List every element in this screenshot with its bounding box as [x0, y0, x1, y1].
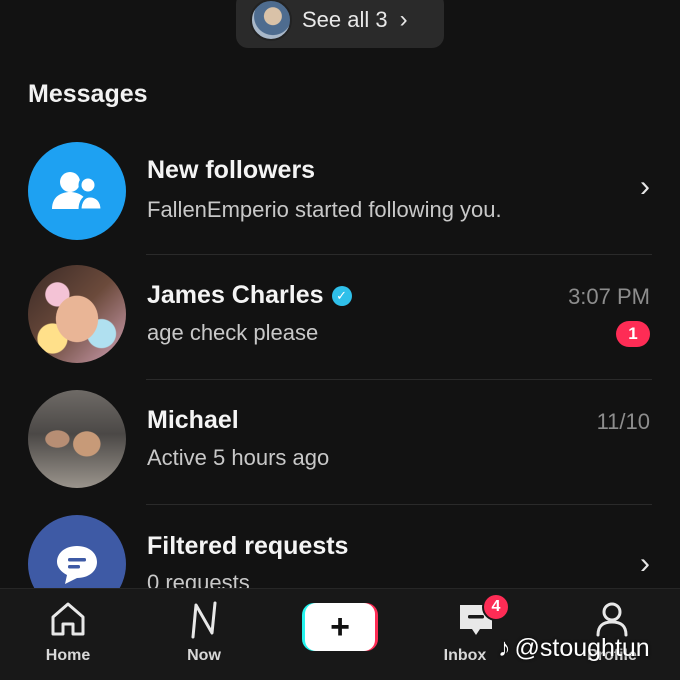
- list-item-new-followers[interactable]: New followers FallenEmperio started foll…: [0, 130, 680, 255]
- unread-badge: 1: [616, 321, 650, 347]
- conversation-title: New followers: [147, 156, 315, 185]
- plus-icon: +: [305, 603, 375, 651]
- title-text: James Charles: [147, 281, 324, 309]
- see-all-label: See all 3: [302, 7, 388, 32]
- tab-label: Now: [187, 647, 221, 664]
- create-button[interactable]: +: [302, 603, 378, 651]
- inbox-badge: 4: [482, 593, 510, 621]
- now-icon: [191, 601, 217, 639]
- avatar: [250, 0, 292, 41]
- list-item-james-charles[interactable]: James Charles ✓ age check please 3:07 PM…: [0, 255, 680, 380]
- tiktok-logo-icon: ♪: [498, 634, 511, 662]
- people-icon: [28, 142, 126, 240]
- conversation-subtitle: 0 requests: [147, 570, 250, 588]
- watermark-handle: @stoughtun: [514, 634, 650, 662]
- conversation-subtitle: FallenEmperio started following you.: [147, 197, 502, 222]
- tab-home[interactable]: Home: [18, 589, 118, 680]
- conversation-subtitle: age check please: [147, 320, 319, 345]
- profile-icon: [596, 602, 628, 637]
- watermark: ♪ @stoughtun: [498, 634, 650, 663]
- chevron-right-icon: ›: [399, 6, 408, 33]
- avatar: [28, 390, 126, 488]
- tab-label: Home: [45, 647, 91, 664]
- title-text: Filtered requests: [147, 532, 349, 560]
- conversation-title: Filtered requests: [147, 532, 348, 561]
- section-title: Messages: [28, 80, 148, 108]
- verified-icon: ✓: [331, 285, 352, 306]
- avatar: [28, 265, 126, 363]
- list-item-filtered-requests[interactable]: Filtered requests 0 requests ›: [0, 505, 680, 588]
- timestamp: 11/10: [596, 409, 650, 434]
- list-item-michael[interactable]: Michael Active 5 hours ago 11/10: [0, 380, 680, 505]
- conversation-title: Michael: [147, 406, 239, 435]
- tab-now[interactable]: Now: [154, 589, 254, 680]
- timestamp: 3:07 PM: [568, 284, 650, 309]
- title-text: Michael: [147, 406, 239, 434]
- chevron-right-icon: ›: [640, 547, 650, 580]
- conversation-subtitle: Active 5 hours ago: [147, 445, 330, 470]
- home-icon: [51, 602, 85, 636]
- conversation-title: James Charles ✓: [147, 281, 352, 310]
- title-text: New followers: [147, 156, 316, 184]
- see-all-button[interactable]: See all 3 ›: [236, 0, 444, 48]
- chevron-right-icon: ›: [640, 170, 650, 203]
- chat-bubble-icon: [28, 515, 126, 588]
